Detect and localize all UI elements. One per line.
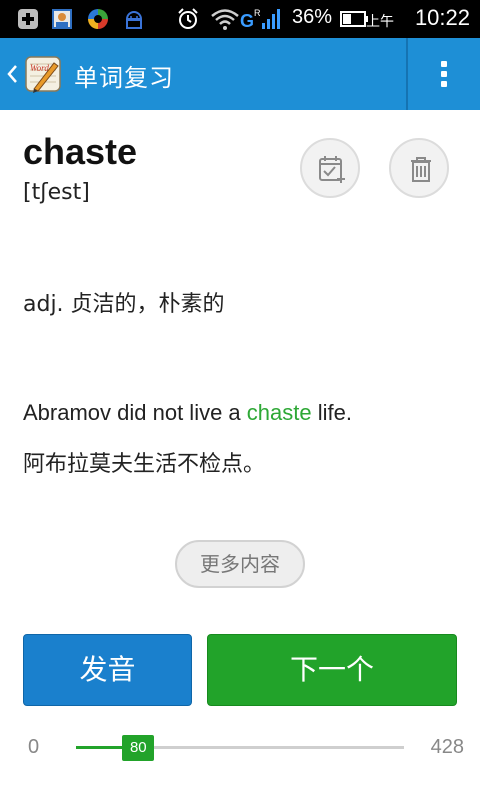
battery-percent: 36%	[291, 6, 332, 28]
add-to-plan-button[interactable]	[300, 138, 360, 198]
example-highlighted-word: chaste	[246, 400, 312, 425]
next-word-button[interactable]: 下一个	[207, 634, 457, 706]
app-logo-icon[interactable]: Word	[24, 55, 62, 93]
circular-app-icon	[88, 9, 108, 29]
status-bar: G R 36% 上午 10:22	[0, 0, 480, 38]
word-definition: adj. 贞洁的，朴素的	[23, 292, 225, 317]
action-bar: Word 单词复习	[0, 38, 480, 110]
svg-text:Word: Word	[30, 63, 49, 73]
example-text-before: Abramov did not live a	[23, 400, 247, 425]
contact-card-icon	[52, 9, 72, 29]
more-content-button[interactable]: 更多内容	[175, 540, 305, 588]
word-phonetic: [tʃest]	[23, 180, 90, 205]
overflow-menu-icon[interactable]	[408, 38, 480, 110]
robot-icon	[125, 11, 143, 29]
alarm-icon	[178, 8, 198, 29]
trash-icon	[411, 157, 431, 182]
example-sentence-zh: 阿布拉莫夫生活不检点。	[23, 452, 266, 477]
calendar-check-add-icon	[319, 156, 345, 183]
delete-word-button[interactable]	[389, 138, 449, 198]
add-icon	[18, 9, 38, 29]
pronounce-button[interactable]: 发音	[23, 634, 192, 706]
back-chevron-icon[interactable]	[6, 60, 18, 88]
am-pm-label: 上午	[366, 14, 394, 30]
svg-text:G: G	[240, 11, 254, 31]
svg-text:R: R	[254, 8, 261, 18]
progress-min: 0	[28, 736, 40, 758]
progress-thumb[interactable]: 80	[122, 735, 155, 761]
progress-max: 428	[430, 736, 464, 758]
example-sentence-en: Abramov did not live a chaste life.	[23, 400, 352, 426]
word-text: chaste	[23, 131, 138, 172]
clock-time: 10:22	[414, 5, 470, 30]
page-title: 单词复习	[74, 64, 174, 92]
signal-icon: G R	[240, 8, 280, 31]
example-text-after: life.	[311, 400, 352, 425]
wifi-icon	[211, 9, 239, 30]
